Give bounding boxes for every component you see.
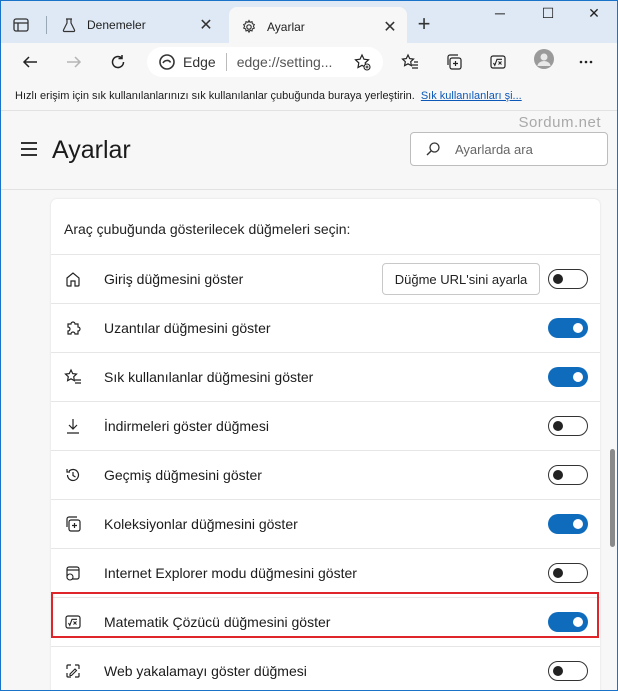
math-solver-icon[interactable] — [483, 47, 513, 77]
collections-icon[interactable] — [439, 47, 469, 77]
back-button[interactable] — [15, 47, 45, 77]
beaker-icon — [61, 17, 77, 33]
list-item-home: Giriş düğmesini göster Düğme URL'sini ay… — [51, 254, 600, 303]
close-button[interactable]: ✕ — [571, 5, 617, 27]
favorites-manage-link[interactable]: Sık kullanılanları şi... — [421, 90, 522, 102]
toggle-collections[interactable] — [548, 514, 588, 534]
tab-close-icon[interactable]: ✕ — [379, 17, 401, 37]
row-label: Matematik Çözücü düğmesini göster — [104, 614, 331, 630]
tab-strip: Denemeler ✕ Ayarlar ✕ + ─ ☐ ✕ — [1, 1, 617, 47]
settings-search-input[interactable]: Ayarlarda ara — [410, 132, 608, 166]
gear-icon — [241, 19, 257, 35]
more-options-icon[interactable] — [571, 47, 601, 77]
row-label: Web yakalamayı göster düğmesi — [104, 663, 307, 679]
edge-logo-icon — [159, 54, 175, 70]
add-favorite-icon[interactable] — [347, 47, 377, 77]
list-item-ie-mode: Internet Explorer modu düğmesini göster — [51, 548, 600, 597]
toggle-home[interactable] — [548, 269, 588, 289]
row-label: Sık kullanılanlar düğmesini göster — [104, 369, 314, 385]
scrollbar[interactable] — [607, 191, 617, 690]
search-icon — [425, 141, 441, 157]
toggle-history[interactable] — [548, 465, 588, 485]
star-list-icon — [64, 368, 82, 386]
list-item-collections: Koleksiyonlar düğmesini göster — [51, 499, 600, 548]
new-tab-button[interactable]: + — [413, 13, 435, 35]
profile-avatar[interactable] — [534, 49, 554, 69]
row-label: Uzantılar düğmesini göster — [104, 320, 271, 336]
list-item-extensions: Uzantılar düğmesini göster — [51, 303, 600, 352]
minimize-button[interactable]: ─ — [477, 5, 523, 27]
toggle-math-solver[interactable] — [548, 612, 588, 632]
puzzle-icon — [64, 319, 82, 337]
toolbar-button-list: Giriş düğmesini göster Düğme URL'sini ay… — [51, 254, 600, 690]
list-item-web-capture: Web yakalamayı göster düğmesi — [51, 646, 600, 690]
toggle-downloads[interactable] — [548, 416, 588, 436]
tab-actions-icon[interactable] — [11, 15, 31, 35]
home-icon — [64, 270, 82, 288]
forward-button[interactable] — [59, 47, 89, 77]
list-item-favorites: Sık kullanılanlar düğmesini göster — [51, 352, 600, 401]
history-icon — [64, 466, 82, 484]
maximize-button[interactable]: ☐ — [525, 5, 571, 27]
tab-title: Denemeler — [87, 18, 146, 32]
tab-title: Ayarlar — [267, 20, 305, 34]
refresh-button[interactable] — [103, 47, 133, 77]
tab-ayarlar[interactable]: Ayarlar ✕ — [229, 7, 407, 47]
tab-separator — [46, 16, 47, 34]
toggle-ie-mode[interactable] — [548, 563, 588, 583]
ie-mode-icon — [64, 564, 82, 582]
site-label: Edge — [183, 54, 216, 70]
row-label: Internet Explorer modu düğmesini göster — [104, 565, 357, 581]
tab-denemeler[interactable]: Denemeler ✕ — [49, 7, 223, 43]
browser-window: Denemeler ✕ Ayarlar ✕ + ─ ☐ ✕ Edge edge:… — [0, 0, 618, 691]
watermark: Sordum.net — [518, 114, 601, 131]
scrollbar-thumb[interactable] — [610, 449, 615, 547]
tab-close-icon[interactable]: ✕ — [195, 15, 217, 35]
favorites-bar-prompt: Hızlı erişim için sık kullanılanlarınızı… — [15, 89, 415, 102]
favorites-icon[interactable] — [395, 47, 425, 77]
address-separator — [225, 53, 227, 71]
row-label: Koleksiyonlar düğmesini göster — [104, 516, 298, 532]
download-icon — [64, 417, 82, 435]
list-item-history: Geçmiş düğmesini göster — [51, 450, 600, 499]
set-home-url-button[interactable]: Düğme URL'sini ayarla — [382, 263, 540, 295]
math-solver-icon — [64, 613, 82, 631]
list-item-math-solver: Matematik Çözücü düğmesini göster — [51, 597, 600, 646]
row-label: Giriş düğmesini göster — [104, 271, 244, 287]
list-item-downloads: İndirmeleri göster düğmesi — [51, 401, 600, 450]
row-label: Geçmiş düğmesini göster — [104, 467, 262, 483]
menu-icon[interactable] — [21, 142, 37, 156]
toolbar-buttons-card: Araç çubuğunda gösterilecek düğmeleri se… — [51, 199, 600, 690]
favorites-bar: Hızlı erişim için sık kullanılanlarınızı… — [1, 81, 617, 111]
search-placeholder: Ayarlarda ara — [455, 141, 533, 157]
settings-content: Araç çubuğunda gösterilecek düğmeleri se… — [1, 191, 617, 690]
toolbar: Edge edge://setting... — [1, 43, 617, 81]
row-label: İndirmeleri göster düğmesi — [104, 418, 269, 434]
collections-icon — [64, 515, 82, 533]
toggle-favorites[interactable] — [548, 367, 588, 387]
settings-header: Sordum.net Ayarlar Ayarlarda ara — [1, 112, 617, 190]
toggle-extensions[interactable] — [548, 318, 588, 338]
web-capture-icon — [64, 662, 82, 680]
page-title: Ayarlar — [52, 136, 131, 164]
toggle-web-capture[interactable] — [548, 661, 588, 681]
card-heading: Araç çubuğunda gösterilecek düğmeleri se… — [64, 221, 351, 237]
